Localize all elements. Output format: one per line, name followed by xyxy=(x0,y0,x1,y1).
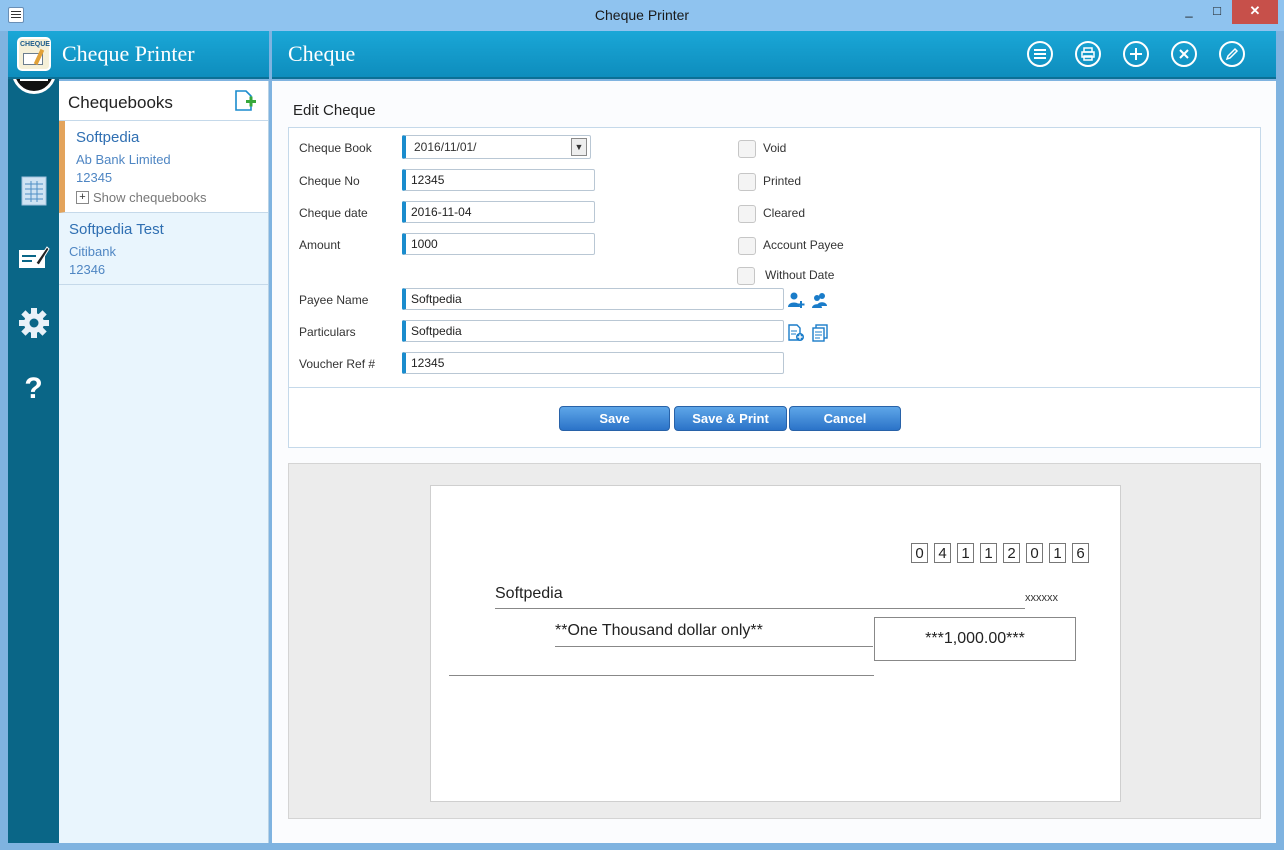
cheque-preview: 0 4 1 1 2 0 1 6 Softpedia xxxxxx **One T… xyxy=(430,485,1121,802)
cheque-date-field[interactable]: 2016-11-04 xyxy=(402,201,595,223)
printed-checkbox[interactable] xyxy=(738,173,756,191)
date-digit: 0 xyxy=(1026,543,1043,563)
main-content: Edit Cheque Cheque Book 2016/11/01/ ▼ Ch… xyxy=(272,81,1276,843)
payee-line xyxy=(495,608,1025,609)
date-digit: 1 xyxy=(957,543,974,563)
window-titlebar: Cheque Printer _ □ ✕ xyxy=(0,0,1284,31)
cheque-date-label: Cheque date xyxy=(299,206,368,220)
words-line xyxy=(555,646,873,647)
cleared-checkbox[interactable] xyxy=(738,205,756,223)
voucher-ref-field[interactable]: 12345 xyxy=(402,352,784,374)
chequebook-name: Softpedia xyxy=(76,129,140,146)
cheque-book-select[interactable]: 2016/11/01/ ▼ xyxy=(402,135,591,159)
void-label: Void xyxy=(763,141,787,155)
account-payee-checkbox[interactable] xyxy=(738,237,756,255)
cheque-book-label: Cheque Book xyxy=(299,141,372,155)
chequebook-bank: Citibank xyxy=(69,244,116,259)
date-digit: 0 xyxy=(911,543,928,563)
cancel-button[interactable]: Cancel xyxy=(789,406,901,431)
edit-cheque-title: Edit Cheque xyxy=(293,102,376,119)
rail-settings[interactable] xyxy=(8,298,59,348)
bearer-mark: xxxxxx xyxy=(1025,592,1058,604)
show-chequebooks-label: Show chequebooks xyxy=(93,190,207,205)
help-icon: ? xyxy=(24,372,43,405)
menu-icon[interactable] xyxy=(1027,41,1053,67)
chequebook-item[interactable]: Softpedia Test Citibank 12346 xyxy=(59,213,268,285)
date-digit: 1 xyxy=(1049,543,1066,563)
voucher-ref-label: Voucher Ref # xyxy=(299,357,376,371)
chequebook-bank: Ab Bank Limited xyxy=(76,152,171,167)
date-digit: 6 xyxy=(1072,543,1089,563)
edit-cheque-form: Cheque Book 2016/11/01/ ▼ Cheque No 1234… xyxy=(288,127,1261,448)
save-button[interactable]: Save xyxy=(559,406,670,431)
second-words-line xyxy=(449,675,874,676)
amount-field[interactable]: 1000 xyxy=(402,233,595,255)
date-digits: 0 4 1 1 2 0 1 6 xyxy=(911,543,1089,563)
chequebooks-header: Chequebooks xyxy=(59,81,268,121)
amount-in-figures: ***1,000.00*** xyxy=(874,617,1076,661)
date-digit: 2 xyxy=(1003,543,1020,563)
expand-icon: + xyxy=(76,191,89,204)
logo-text: CHEQUE xyxy=(20,41,50,48)
particulars-field[interactable]: Softpedia xyxy=(402,320,784,342)
amount-in-words: **One Thousand dollar only** xyxy=(555,622,763,639)
chequebook-item[interactable]: Softpedia Ab Bank Limited 12345 + Show c… xyxy=(59,121,268,213)
chequebooks-panel: Chequebooks Softpedia Ab Bank Limited 12… xyxy=(59,81,269,843)
rail-edit-cheque[interactable] xyxy=(8,232,59,282)
chevron-down-icon: ▼ xyxy=(571,138,587,156)
brand-title: Cheque Printer xyxy=(62,41,195,66)
cheque-book-value: 2016/11/01/ xyxy=(414,140,477,154)
date-digit: 4 xyxy=(934,543,951,563)
add-particular-icon[interactable] xyxy=(787,324,805,342)
cheque-preview-area: 0 4 1 1 2 0 1 6 Softpedia xxxxxx **One T… xyxy=(288,463,1261,819)
close-button[interactable]: ✕ xyxy=(1232,0,1278,24)
printed-label: Printed xyxy=(763,174,802,188)
without-date-label: Without Date xyxy=(765,268,835,282)
cheque-no-label: Cheque No xyxy=(299,174,360,188)
add-icon[interactable] xyxy=(1123,41,1149,67)
delete-icon[interactable] xyxy=(1171,41,1197,67)
chequebook-name: Softpedia Test xyxy=(69,221,164,238)
brand-header: CHEQUE Cheque Printer xyxy=(8,31,269,79)
chequebooks-title: Chequebooks xyxy=(68,93,173,112)
account-payee-label: Account Payee xyxy=(763,238,844,252)
chequebook-number: 12345 xyxy=(76,170,113,185)
page-title: Cheque xyxy=(288,41,356,66)
add-chequebook-icon[interactable] xyxy=(233,89,257,113)
save-print-button[interactable]: Save & Print xyxy=(674,406,787,431)
edit-icon[interactable] xyxy=(1219,41,1245,67)
add-payee-icon[interactable] xyxy=(787,291,805,309)
settings-icon xyxy=(18,308,49,338)
app-logo: CHEQUE xyxy=(17,37,51,71)
window-title: Cheque Printer xyxy=(594,7,690,23)
show-chequebooks-toggle[interactable]: + Show chequebooks xyxy=(76,190,206,205)
without-date-checkbox[interactable] xyxy=(737,267,755,285)
nav-rail: ? xyxy=(8,31,59,843)
preview-payee: Softpedia xyxy=(495,585,563,602)
amount-label: Amount xyxy=(299,238,341,252)
payee-name-label: Payee Name xyxy=(299,293,369,307)
rail-help[interactable]: ? xyxy=(8,364,59,414)
cheque-no-field[interactable]: 12345 xyxy=(402,169,595,191)
particulars-list-icon[interactable] xyxy=(811,324,829,342)
form-divider xyxy=(289,387,1260,388)
cleared-label: Cleared xyxy=(763,206,806,220)
main-header: Cheque xyxy=(272,31,1276,79)
print-icon[interactable] xyxy=(1075,41,1101,67)
report-icon xyxy=(21,176,46,206)
minimize-button[interactable]: _ xyxy=(1176,0,1202,24)
edit-cheque-icon xyxy=(18,246,50,268)
payees-list-icon[interactable] xyxy=(811,291,829,309)
payee-name-field[interactable]: Softpedia xyxy=(402,288,784,310)
date-digit: 1 xyxy=(980,543,997,563)
maximize-button[interactable]: □ xyxy=(1204,0,1230,24)
chequebook-number: 12346 xyxy=(69,262,106,277)
rail-reports[interactable] xyxy=(8,166,59,216)
particulars-label: Particulars xyxy=(299,325,356,339)
void-checkbox[interactable] xyxy=(738,140,756,158)
